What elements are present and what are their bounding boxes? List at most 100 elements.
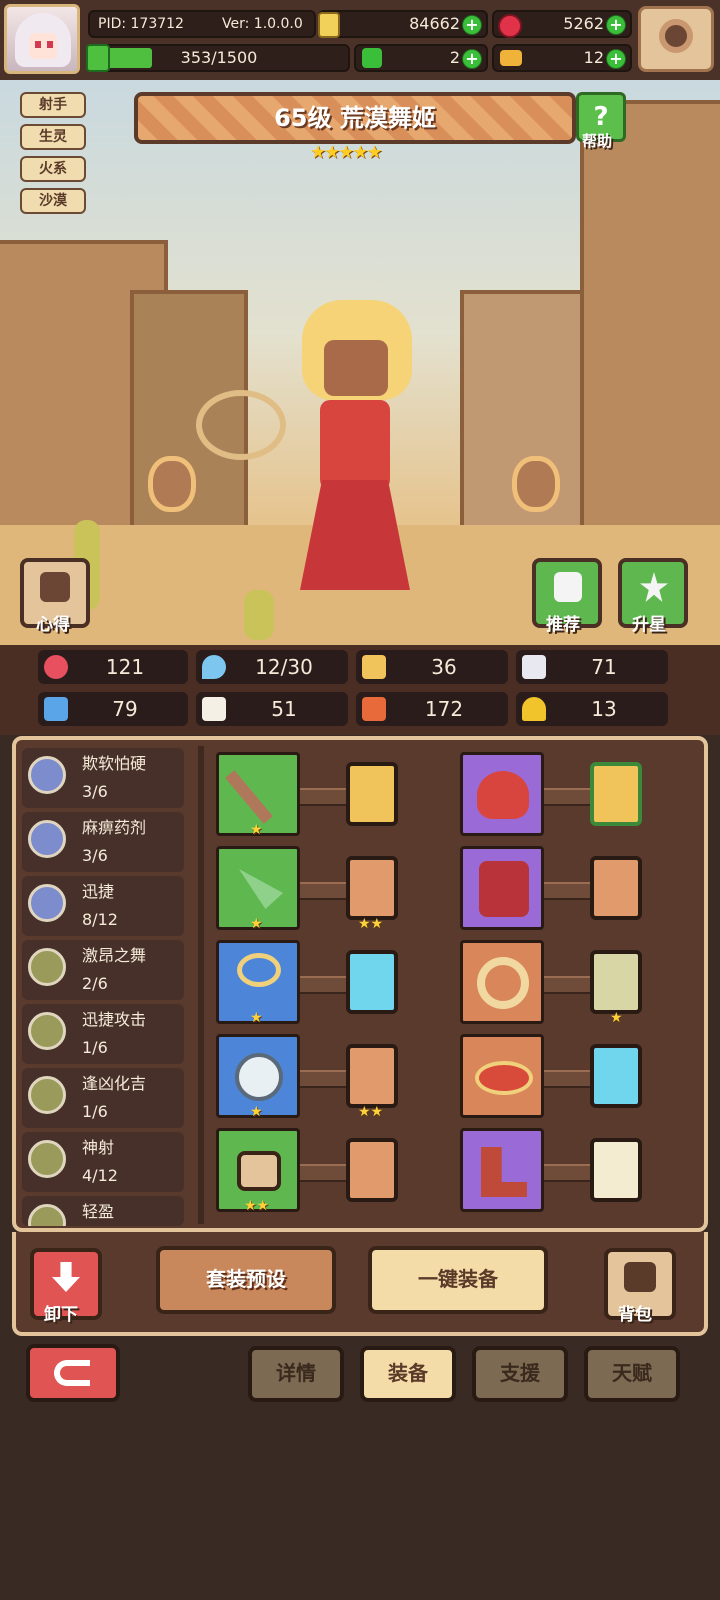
settings-gear-button[interactable]	[638, 6, 714, 72]
skill-icon	[28, 1204, 66, 1226]
stat-speed-value: 71	[591, 655, 617, 679]
stat-speed: 71	[516, 650, 668, 684]
item-star: ★★	[358, 1104, 384, 1120]
star-up-icon	[640, 572, 668, 602]
necklace-icon	[237, 953, 281, 987]
golden-ring-weapon	[196, 390, 286, 460]
add-gold-button[interactable]: +	[462, 15, 482, 35]
gold-coin-icon	[318, 12, 340, 38]
equip-card-cyan[interactable]	[590, 1044, 642, 1108]
thumbs-up-icon	[554, 572, 582, 602]
slot-link	[300, 788, 350, 806]
equip-card-gold[interactable]	[346, 762, 398, 826]
stamina-bar: 353/1500	[86, 44, 350, 72]
skill-item[interactable]: 轻盈	[22, 1196, 184, 1226]
stat-magic-value: 51	[271, 697, 297, 721]
return-arrow-icon	[54, 1360, 90, 1386]
potion-icon	[362, 697, 386, 721]
skill-icon	[28, 756, 66, 794]
gem-value: 5262	[563, 14, 604, 33]
stat-potion: 172	[356, 692, 508, 726]
equip-card-cyan[interactable]	[346, 950, 398, 1014]
auto-equip-button[interactable]: 一键装备	[368, 1246, 548, 1314]
skill-icon	[28, 884, 66, 922]
add-clover-button[interactable]: +	[462, 49, 482, 69]
backpack-label: 背包	[618, 1305, 652, 1325]
wing-icon	[522, 655, 546, 679]
skill-name: 欺软怕硬	[82, 754, 147, 773]
item-star: ★	[250, 822, 263, 838]
character-face	[324, 340, 388, 396]
slot-link	[544, 788, 594, 806]
pid-version-box: PID: 173712 Ver: 1.0.0.0	[88, 10, 316, 38]
slot-link	[300, 882, 350, 900]
tag-desert[interactable]: 沙漠	[20, 188, 86, 214]
tab-equipment[interactable]: 装备	[360, 1346, 456, 1402]
red-armor-icon	[479, 861, 529, 917]
stat-hp: 121	[38, 650, 188, 684]
equip-card-bronze[interactable]	[590, 856, 642, 920]
belt-icon	[475, 1061, 533, 1095]
stat-mana-value: 12/30	[255, 655, 313, 679]
skill-name: 麻痹药剂	[82, 818, 147, 837]
key-value: 12	[583, 48, 604, 67]
tag-archer[interactable]: 射手	[20, 92, 86, 118]
skill-level: 3/6	[82, 782, 108, 801]
skill-item[interactable]: 欺软怕硬 3/6	[22, 748, 184, 808]
stat-mana: 12/30	[196, 650, 348, 684]
skill-item[interactable]: 神射 4/12	[22, 1132, 184, 1192]
equip-slot-helmet[interactable]	[460, 752, 544, 836]
equip-slot-armor[interactable]	[460, 846, 544, 930]
skill-icon	[28, 1140, 66, 1178]
equip-slot-accessory[interactable]	[460, 940, 544, 1024]
character-title-banner: 65级 荒漠舞姬	[134, 92, 576, 144]
skill-item[interactable]: 激昂之舞 2/6	[22, 940, 184, 1000]
skill-name: 逢凶化吉	[82, 1074, 147, 1093]
tab-talent[interactable]: 天赋	[584, 1346, 680, 1402]
gear-icon	[659, 19, 693, 53]
floating-disc-right	[512, 456, 560, 512]
scroll-icon	[40, 572, 70, 602]
skill-level: 2/6	[82, 974, 108, 993]
skill-level: 4/12	[82, 1166, 118, 1185]
skill-item[interactable]: 迅捷 8/12	[22, 876, 184, 936]
pid-label: PID: 173712	[98, 16, 184, 32]
skill-icon	[28, 820, 66, 858]
tag-creature[interactable]: 生灵	[20, 124, 86, 150]
recommend-label: 推荐	[546, 615, 580, 635]
bracer-icon	[237, 1151, 281, 1191]
equip-card-bronze[interactable]	[346, 1138, 398, 1202]
character-title: 65级 荒漠舞姬	[274, 104, 436, 132]
equip-slot-belt[interactable]	[460, 1034, 544, 1118]
cactus-small	[244, 590, 274, 640]
equip-card-bronze[interactable]	[346, 856, 398, 920]
gem-ring-icon	[235, 1053, 283, 1101]
tab-details[interactable]: 详情	[248, 1346, 344, 1402]
back-button[interactable]	[26, 1344, 120, 1402]
skill-item[interactable]: 麻痹药剂 3/6	[22, 812, 184, 872]
down-arrow-icon	[52, 1262, 80, 1292]
stat-defense-value: 36	[431, 655, 457, 679]
tab-support[interactable]: 支援	[472, 1346, 568, 1402]
set-preset-button[interactable]: 套装预设	[156, 1246, 336, 1314]
item-star: ★	[610, 1010, 623, 1026]
player-avatar[interactable]	[4, 4, 80, 74]
stat-hp-value: 121	[105, 655, 145, 679]
equip-card-bronze[interactable]	[346, 1044, 398, 1108]
stat-luck: 13	[516, 692, 668, 726]
tag-fire[interactable]: 火系	[20, 156, 86, 182]
equip-card-sage[interactable]	[590, 950, 642, 1014]
skill-item[interactable]: 迅捷攻击 1/6	[22, 1004, 184, 1064]
skill-item[interactable]: 逢凶化吉 1/6	[22, 1068, 184, 1128]
equip-card-ivory[interactable]	[590, 1138, 642, 1202]
slot-link	[544, 1070, 594, 1088]
wand-icon	[225, 770, 273, 824]
add-gem-button[interactable]: +	[606, 15, 626, 35]
add-key-button[interactable]: +	[606, 49, 626, 69]
slot-link	[544, 882, 594, 900]
equip-slot-boots[interactable]	[460, 1128, 544, 1212]
skill-level: 8/12	[82, 910, 118, 929]
ruby-gem-icon	[498, 14, 522, 38]
clover-icon	[362, 48, 382, 68]
equip-card-gold[interactable]	[590, 762, 642, 826]
